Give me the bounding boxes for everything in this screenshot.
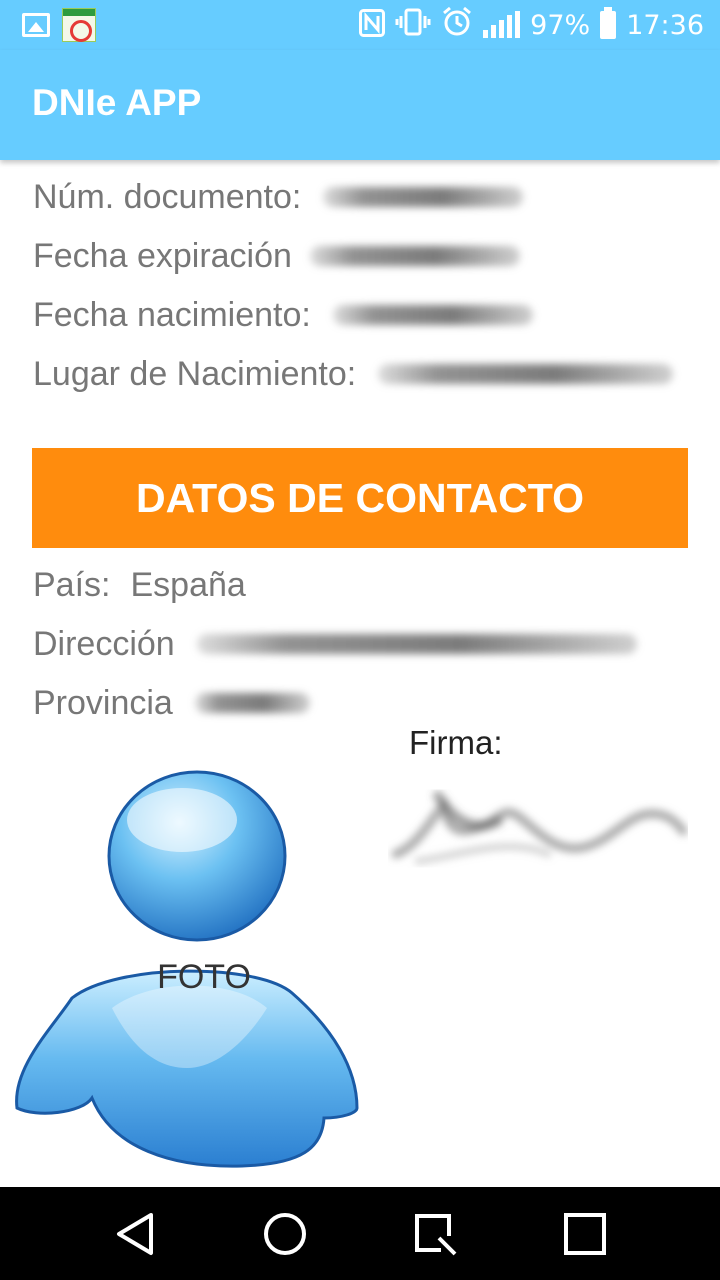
signal-icon (483, 11, 521, 38)
photo-label: FOTO (157, 958, 251, 996)
nfc-icon (359, 8, 386, 42)
app-title: DNIe APP (32, 82, 202, 123)
status-bar-right: 97% 17:36 (359, 6, 704, 45)
app-bar: DNIe APP (0, 50, 720, 160)
overview-button[interactable] (550, 1199, 620, 1269)
expiration-date-row: Fecha expiración (33, 231, 520, 281)
document-number-row: Núm. documento: (33, 172, 524, 222)
birth-place-label: Lugar de Nacimiento: (33, 354, 357, 393)
address-row: Dirección (33, 619, 637, 669)
birth-date-value-redacted (332, 305, 533, 325)
recents-button[interactable] (400, 1199, 470, 1269)
birth-place-row: Lugar de Nacimiento: (33, 349, 674, 399)
document-number-label: Núm. documento: (33, 177, 302, 216)
country-row: País: España (33, 560, 246, 610)
overview-icon (564, 1212, 606, 1255)
country-label: País: (33, 565, 111, 604)
battery-icon (600, 7, 617, 39)
province-row: Provincia (33, 678, 310, 728)
back-icon (117, 1212, 153, 1255)
app-thumbnail-icon (62, 8, 96, 42)
document-number-value-redacted (323, 187, 524, 207)
expiration-date-value-redacted (309, 246, 520, 266)
battery-text: 97% (530, 9, 591, 41)
navigation-bar (0, 1187, 720, 1280)
home-icon (264, 1212, 306, 1255)
vibrate-icon (395, 8, 431, 43)
birth-date-row: Fecha nacimiento: (33, 290, 533, 340)
address-label: Dirección (33, 624, 175, 663)
signature-label: Firma: (409, 724, 503, 761)
country-value: España (130, 565, 246, 604)
status-bar-left (22, 8, 96, 42)
signature-image (391, 791, 688, 865)
province-value-redacted (194, 693, 310, 713)
address-value-redacted (196, 634, 637, 654)
alarm-icon (441, 6, 473, 45)
home-button[interactable] (250, 1199, 320, 1269)
gallery-icon (22, 13, 50, 37)
province-label: Provincia (33, 683, 173, 722)
status-bar: 97% 17:36 (0, 0, 720, 50)
birth-place-value-redacted (378, 364, 674, 384)
clock: 17:36 (626, 9, 704, 41)
contact-section-header: DATOS DE CONTACTO (32, 448, 688, 548)
birth-date-label: Fecha nacimiento: (33, 295, 311, 334)
expiration-date-label: Fecha expiración (33, 236, 292, 275)
recents-icon (415, 1213, 457, 1255)
back-button[interactable] (100, 1199, 170, 1269)
